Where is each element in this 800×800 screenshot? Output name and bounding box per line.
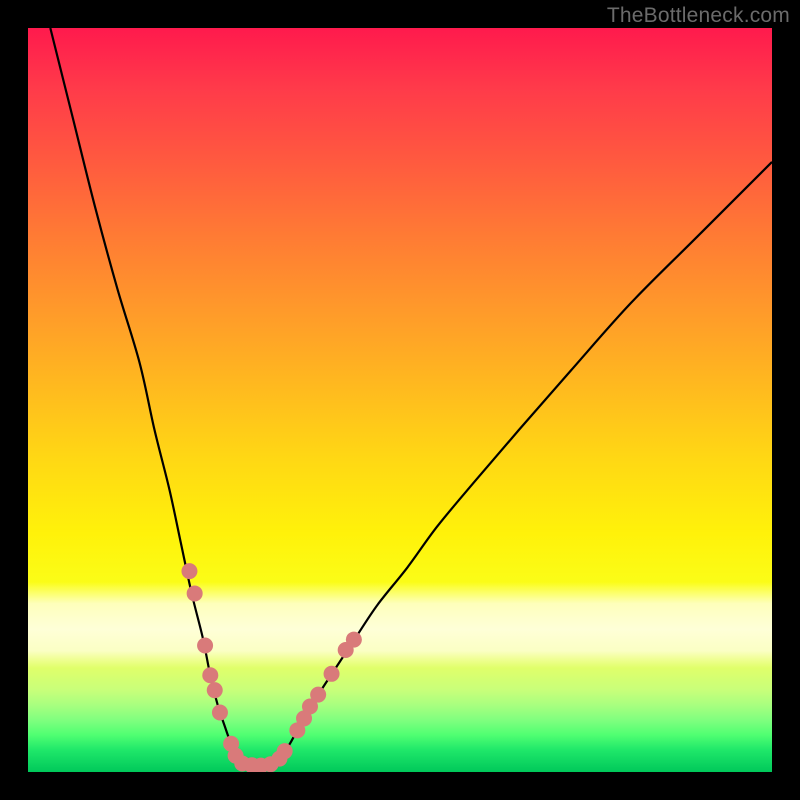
marker-left-0 <box>181 563 197 579</box>
marker-left-1 <box>187 585 203 601</box>
marker-floor-3 <box>263 756 279 772</box>
marker-right-6 <box>324 666 340 682</box>
marker-left-3 <box>202 667 218 683</box>
marker-left-2 <box>197 638 213 654</box>
marker-left-5 <box>212 704 228 720</box>
right-curve <box>277 162 772 762</box>
curve-layer <box>28 28 772 772</box>
marker-right-8 <box>346 632 362 648</box>
marker-right-1 <box>277 743 293 759</box>
chart-frame: TheBottleneck.com <box>0 0 800 800</box>
left-curve <box>50 28 239 762</box>
plot-area <box>28 28 772 772</box>
marker-left-4 <box>207 682 223 698</box>
watermark-text: TheBottleneck.com <box>607 4 790 28</box>
marker-right-5 <box>310 687 326 703</box>
marker-group <box>181 563 361 772</box>
